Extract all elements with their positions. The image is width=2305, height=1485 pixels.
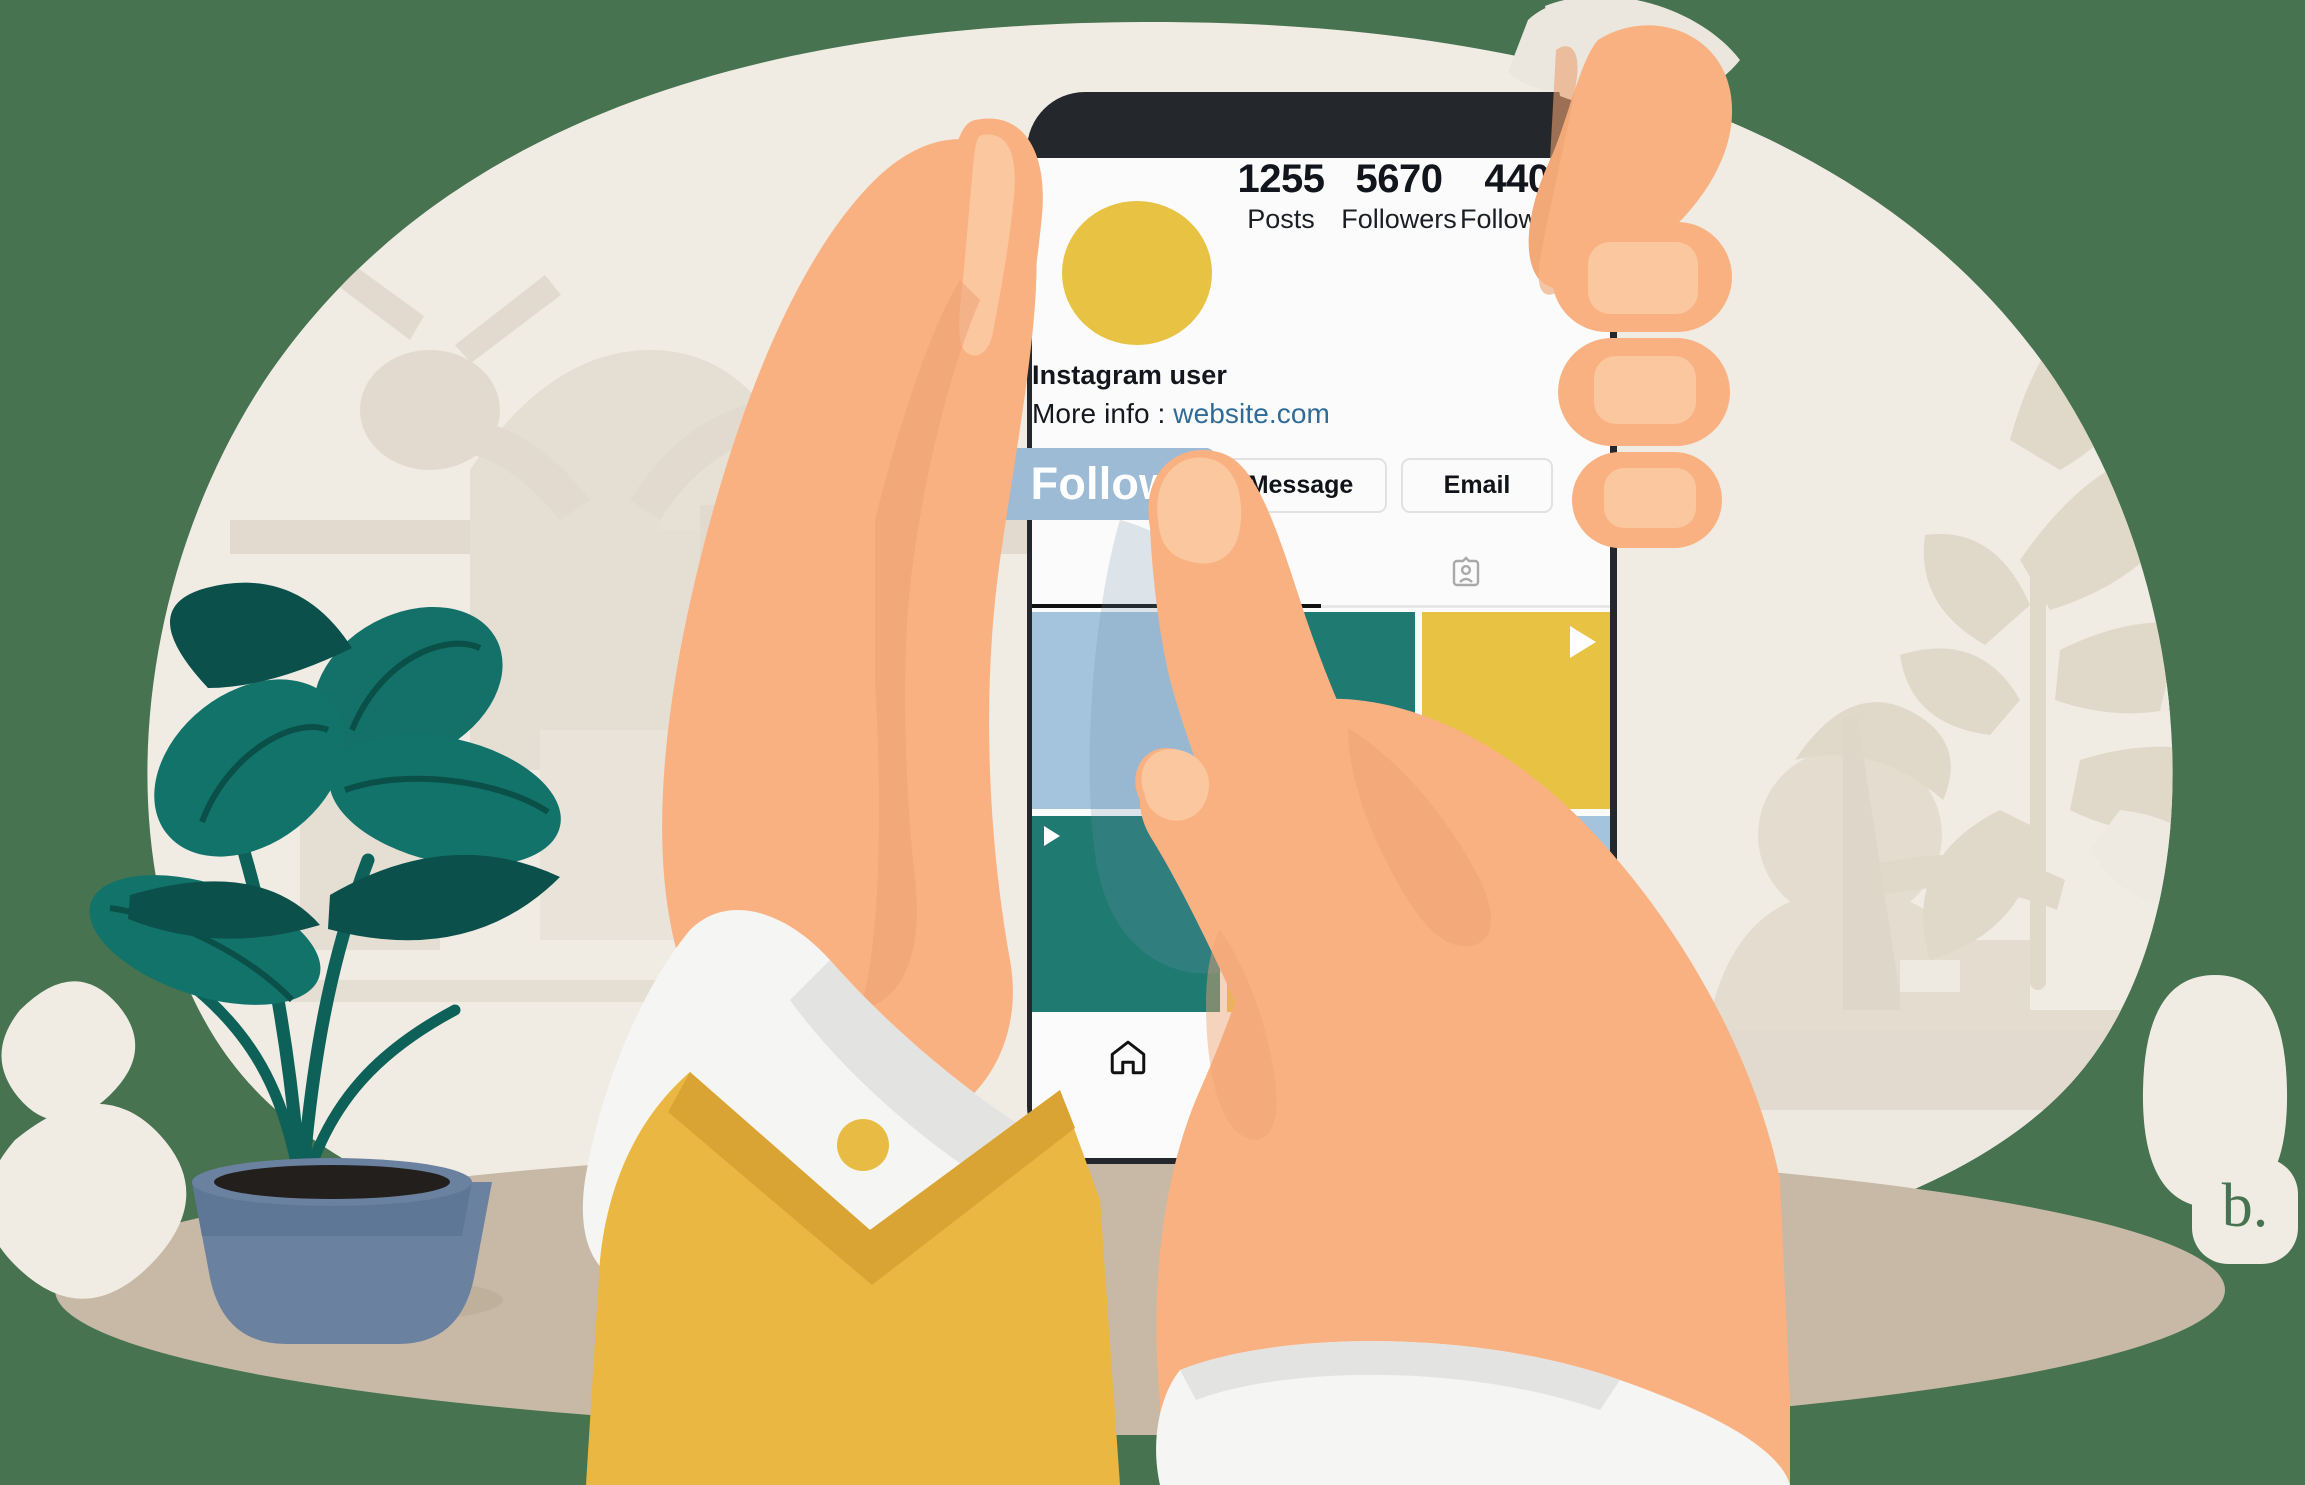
tab-tagged-rule xyxy=(1321,605,1610,608)
grid-cell[interactable] xyxy=(1422,815,1610,1012)
following-label: Following xyxy=(1459,204,1575,234)
nav-home[interactable] xyxy=(1032,1036,1225,1083)
website-link[interactable]: website.com xyxy=(1173,398,1330,429)
stat-posts[interactable]: 1255 Posts xyxy=(1222,158,1340,237)
play-icon xyxy=(1570,626,1596,658)
posts-label: Posts xyxy=(1247,204,1315,234)
followers-label: Followers xyxy=(1341,204,1457,234)
grid-icon xyxy=(1160,556,1194,595)
profile-tabbar xyxy=(1032,544,1610,608)
profile-stats: 1255 Posts 5670 Followers 440 Following xyxy=(1222,158,1622,248)
bottom-nav xyxy=(1032,1020,1610,1098)
email-button[interactable]: Email xyxy=(1401,458,1553,513)
grid-cell[interactable] xyxy=(1032,815,1220,1012)
grid-cell[interactable] xyxy=(1422,612,1610,809)
stat-following[interactable]: 440 Following xyxy=(1458,158,1576,237)
tab-grid[interactable] xyxy=(1032,544,1321,608)
profile-username: Instagram user xyxy=(1032,360,1227,390)
profile-more-info: More info : website.com xyxy=(1032,398,1330,430)
following-count: 440 xyxy=(1484,157,1550,201)
posts-count: 1255 xyxy=(1237,157,1325,201)
post-grid xyxy=(1032,612,1610,1012)
nav-search[interactable] xyxy=(1225,1036,1418,1083)
home-icon xyxy=(1107,1036,1149,1083)
grid-cell[interactable] xyxy=(1227,815,1415,1012)
tab-grid-active-rule xyxy=(1032,604,1321,608)
stat-followers[interactable]: 5670 Followers xyxy=(1340,158,1458,237)
followers-count: 5670 xyxy=(1355,157,1443,201)
grid-cell[interactable] xyxy=(1032,612,1220,809)
grid-cell[interactable] xyxy=(1227,612,1415,809)
more-info-prefix: More info : xyxy=(1032,398,1174,429)
message-button[interactable]: Message xyxy=(1214,458,1387,513)
tagged-person-icon xyxy=(1448,555,1484,596)
follow-button[interactable]: Follow xyxy=(990,448,1215,520)
tab-tagged[interactable] xyxy=(1321,544,1610,608)
profile-avatar xyxy=(1062,201,1212,345)
search-icon xyxy=(1300,1036,1342,1083)
play-icon xyxy=(1044,825,1060,846)
